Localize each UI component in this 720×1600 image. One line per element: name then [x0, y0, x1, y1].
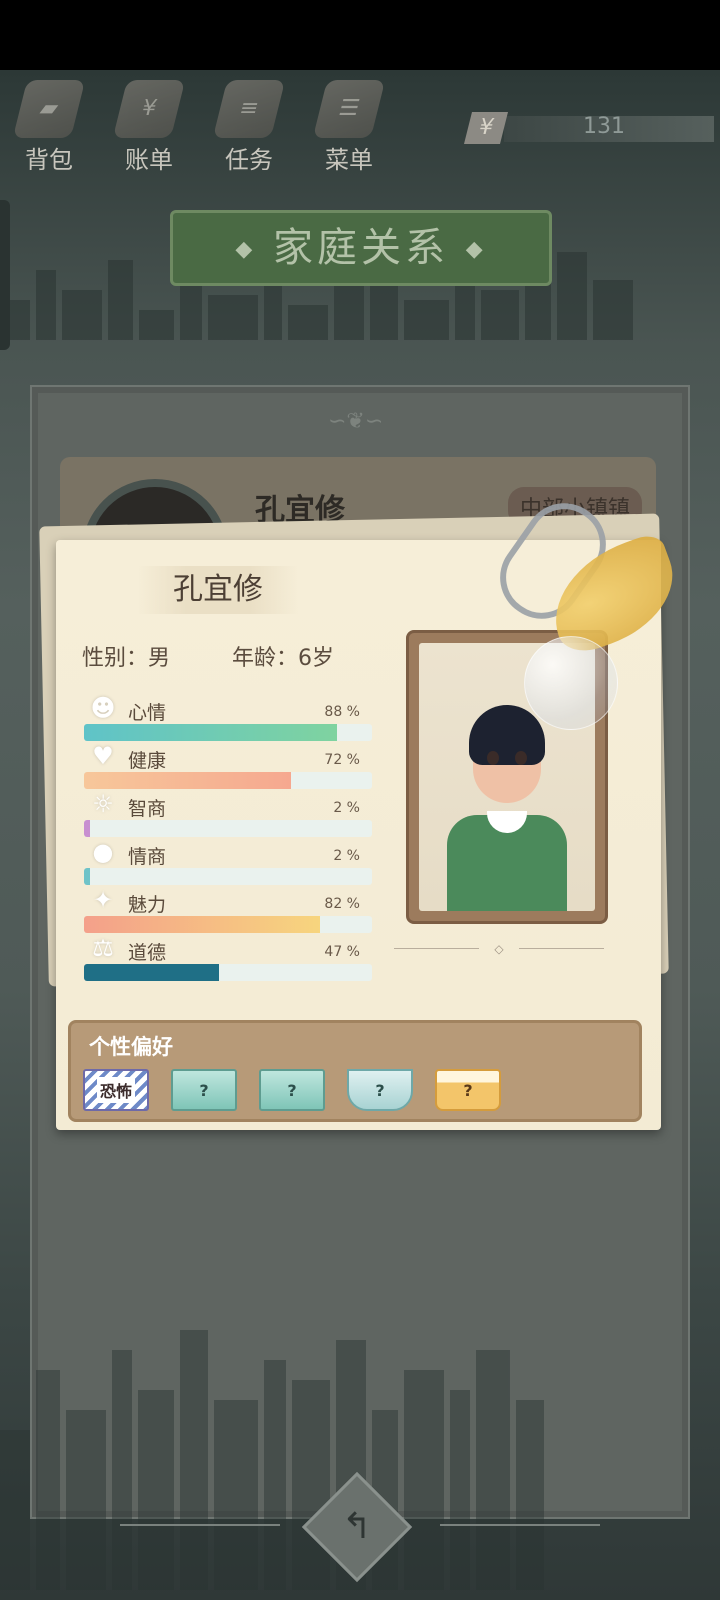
stat-health: ♥ 健康 72 % — [84, 743, 374, 791]
stats-list: ☻ 心情 88 % ♥ 健康 72 % ☼ 智商 2 % ● 情商 2 % ✦ … — [84, 695, 374, 983]
pref-book-icon[interactable]: ? — [171, 1069, 237, 1111]
stat-iq: ☼ 智商 2 % — [84, 791, 374, 839]
stat-percent: 47 % — [324, 944, 360, 960]
pref-label: ? — [463, 1080, 473, 1100]
pref-bowl-icon[interactable]: ? — [347, 1069, 413, 1111]
stat-label: 道德 — [128, 942, 167, 964]
preferences-row: 恐怖 ? ? ? ? — [83, 1069, 501, 1111]
stat-bar-fill — [84, 916, 321, 933]
pref-book-icon[interactable]: ? — [259, 1069, 325, 1111]
pref-label: ? — [375, 1080, 385, 1100]
gender-text: 性别：男 — [82, 646, 171, 671]
menu-item-backpack[interactable]: ▰ 背包 — [12, 80, 86, 175]
stat-label: 健康 — [128, 750, 167, 772]
ornament-icon: ∽❦∽ — [328, 409, 384, 434]
member-name-tag: 孔宜修 — [138, 566, 298, 614]
stat-charm: ✦ 魅力 82 % — [84, 887, 374, 935]
menu-item-task[interactable]: ≡ 任务 — [212, 80, 286, 175]
stat-label: 情商 — [128, 846, 167, 868]
pref-label: 恐怖 — [96, 1077, 135, 1103]
stat-bar — [84, 916, 372, 933]
stat-bar — [84, 868, 372, 885]
bubble-icon — [524, 636, 618, 730]
diamond-icon: ◆ — [235, 237, 257, 262]
stat-mood: ☻ 心情 88 % — [84, 695, 374, 743]
menu-label: 背包 — [25, 146, 73, 174]
preferences-title: 个性偏好 — [89, 1035, 173, 1059]
pref-label: ? — [287, 1080, 297, 1100]
stat-label: 智商 — [128, 798, 167, 820]
stat-label: 心情 — [128, 702, 167, 724]
sparkle-icon: ✦ — [92, 886, 114, 914]
menu-label: 菜单 — [325, 146, 373, 174]
menu-item-menu[interactable]: ☰ 菜单 — [312, 80, 386, 175]
stat-percent: 88 % — [324, 704, 360, 720]
diamond-icon: ◆ — [465, 237, 487, 262]
status-bar — [0, 0, 720, 70]
age-text: 年龄：6岁 — [232, 646, 334, 671]
yen-icon: ¥ — [464, 112, 508, 144]
stat-bar-fill — [84, 724, 338, 741]
smile-icon: ☻ — [90, 694, 116, 722]
pref-horror-tag[interactable]: 恐怖 — [83, 1069, 149, 1111]
character-eye — [515, 751, 527, 765]
stat-percent: 2 % — [333, 800, 360, 816]
stat-bar — [84, 820, 372, 837]
stat-bar — [84, 724, 372, 741]
heart-icon: ♥ — [92, 742, 114, 770]
apple-icon: ● — [92, 838, 114, 866]
menu-label: 账单 — [125, 146, 173, 174]
stat-percent: 2 % — [333, 848, 360, 864]
stat-bar — [84, 964, 372, 981]
pref-mug-icon[interactable]: ? — [435, 1069, 501, 1111]
character-hair — [469, 705, 545, 765]
deco-line — [120, 1524, 280, 1526]
task-icon: ≡ — [212, 80, 286, 138]
stat-bar-fill — [84, 772, 292, 789]
deco-line — [440, 1524, 600, 1526]
bill-icon: ¥ — [112, 80, 186, 138]
money-display: ¥ 131 — [462, 112, 717, 148]
page-title: 家庭关系 — [273, 225, 449, 271]
character-eye — [487, 751, 499, 765]
preferences-box: 个性偏好 恐怖 ? ? ? ? — [68, 1020, 642, 1122]
money-value: 131 — [583, 114, 625, 139]
stat-bar — [84, 772, 372, 789]
back-arrow-icon: ↰ — [341, 1506, 373, 1547]
stat-bar-fill — [84, 868, 90, 885]
top-menu: ▰ 背包 ¥ 账单 ≡ 任务 ☰ 菜单 — [12, 80, 386, 175]
stat-eq: ● 情商 2 % — [84, 839, 374, 887]
divider-ornament: ◇ — [394, 942, 604, 956]
scale-icon: ⚖ — [92, 934, 114, 962]
backpack-icon: ▰ — [12, 80, 86, 138]
menu-icon: ☰ — [312, 80, 386, 138]
menu-label: 任务 — [225, 146, 273, 174]
lightbulb-icon: ☼ — [92, 790, 114, 818]
stat-bar-fill — [84, 820, 90, 837]
pref-label: ? — [199, 1080, 209, 1100]
stat-percent: 72 % — [324, 752, 360, 768]
stat-percent: 82 % — [324, 896, 360, 912]
page-title-banner: ◆ 家庭关系 ◆ — [170, 210, 552, 286]
stat-label: 魅力 — [128, 894, 167, 916]
stat-morality: ⚖ 道德 47 % — [84, 935, 374, 983]
menu-item-bill[interactable]: ¥ 账单 — [112, 80, 186, 175]
stat-bar-fill — [84, 964, 220, 981]
